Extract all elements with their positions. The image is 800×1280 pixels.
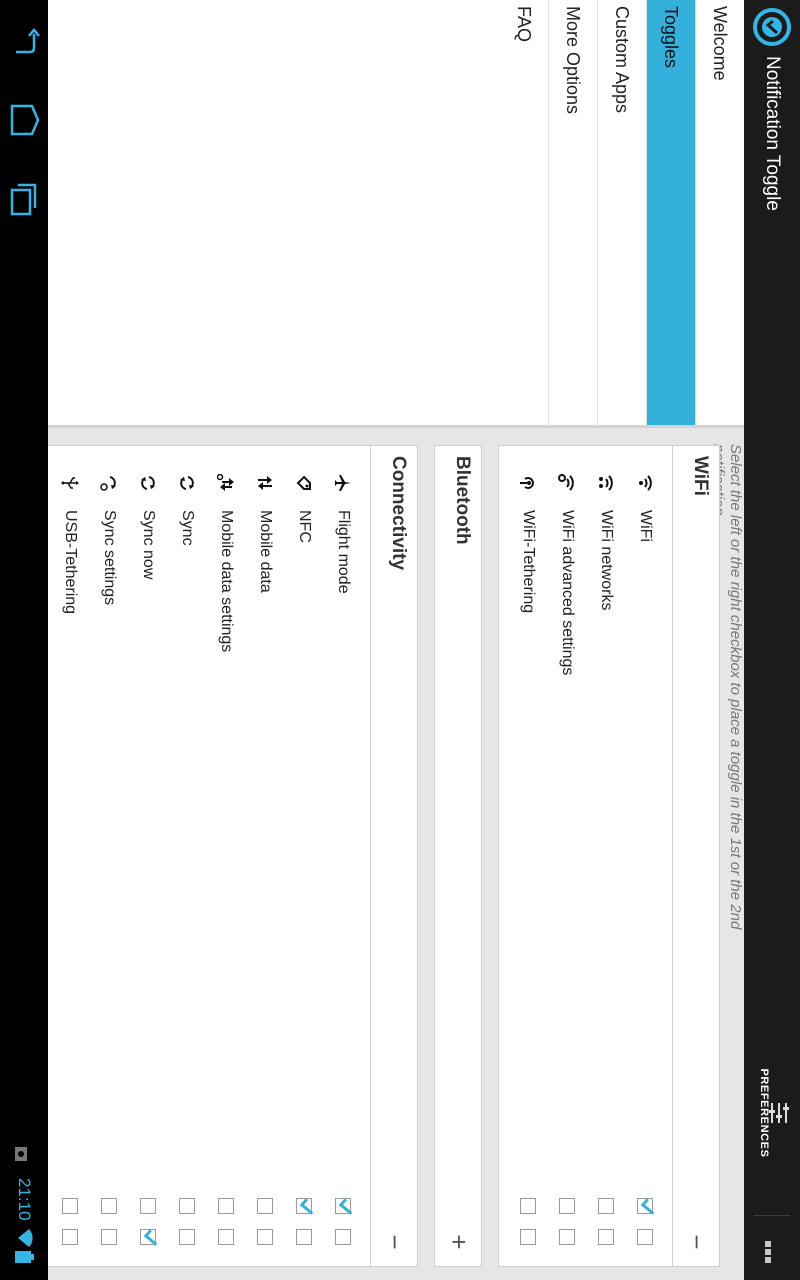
- nav-item-label: More Options: [563, 6, 583, 115]
- sync-now-icon: [141, 476, 155, 490]
- second-notification-checkbox[interactable]: [335, 1229, 351, 1245]
- second-notification-checkbox[interactable]: [559, 1229, 575, 1245]
- second-notification-checkbox[interactable]: [257, 1229, 273, 1245]
- section-divider: [370, 446, 371, 1266]
- toggle-label: WiFi advanced settings: [559, 510, 576, 676]
- home-icon[interactable]: [8, 100, 40, 140]
- airplane-icon: [335, 475, 351, 491]
- second-notification-checkbox[interactable]: [296, 1229, 312, 1245]
- toggle-label: WiFi networks: [598, 510, 615, 611]
- second-notification-checkbox[interactable]: [179, 1229, 195, 1245]
- action-divider: [754, 1215, 790, 1216]
- recent-apps-icon[interactable]: [8, 180, 40, 220]
- nav-item-toggles[interactable]: Toggles: [646, 0, 695, 425]
- section-title: Bluetooth: [452, 456, 473, 545]
- second-notification-checkbox[interactable]: [62, 1229, 78, 1245]
- toggle-label: WiFi-Tethering: [520, 510, 537, 614]
- first-notification-checkbox[interactable]: [335, 1198, 351, 1214]
- nav-item-label: Toggles: [661, 6, 681, 69]
- wifi-networks-icon: [599, 475, 613, 491]
- sync-icon: [180, 476, 194, 490]
- toggle-row[interactable]: WiFi advanced settings: [549, 446, 585, 1266]
- first-notification-checkbox[interactable]: [179, 1198, 195, 1214]
- section-divider: [672, 446, 673, 1266]
- toggle-label: Sync: [179, 510, 196, 546]
- preferences-label: PREFERENCES: [758, 1068, 770, 1158]
- second-notification-checkbox[interactable]: [520, 1229, 536, 1245]
- mobile-data-icon: [258, 476, 272, 490]
- first-notification-checkbox[interactable]: [101, 1198, 117, 1214]
- battery-icon: [15, 1251, 34, 1263]
- nav-item-label: Welcome: [710, 6, 730, 81]
- toggle-row[interactable]: WiFi: [627, 446, 663, 1266]
- toggle-row[interactable]: NFC: [286, 446, 322, 1266]
- toggle-label: USB-Tethering: [62, 510, 79, 615]
- wifi-signal-icon: [18, 1229, 33, 1247]
- overflow-menu-icon: [760, 1241, 778, 1265]
- section-title: WiFi: [690, 456, 711, 496]
- second-notification-checkbox[interactable]: [637, 1229, 653, 1245]
- screenshot-notification-icon: [15, 1147, 27, 1161]
- hotspot-icon: [520, 477, 534, 489]
- app-title: Notification Toggle: [762, 56, 783, 211]
- second-notification-checkbox[interactable]: [218, 1229, 234, 1245]
- first-notification-checkbox[interactable]: [296, 1198, 312, 1214]
- nav-item-welcome[interactable]: Welcome: [695, 0, 744, 425]
- expand-button[interactable]: +: [443, 1226, 475, 1258]
- toggle-row[interactable]: WiFi networks: [588, 446, 624, 1266]
- toggle-row[interactable]: USB-Tethering: [52, 446, 88, 1266]
- toggle-row[interactable]: Mobile data settings: [208, 446, 244, 1266]
- collapse-button[interactable]: −: [379, 1226, 411, 1258]
- first-notification-checkbox[interactable]: [520, 1198, 536, 1214]
- toggle-row[interactable]: Sync: [169, 446, 205, 1266]
- usb-icon: [61, 477, 79, 489]
- mobile-data-settings-icon: [217, 474, 234, 491]
- first-notification-checkbox[interactable]: [140, 1198, 156, 1214]
- first-notification-checkbox[interactable]: [637, 1198, 653, 1214]
- toggle-label: Sync settings: [101, 510, 118, 606]
- toggle-label: Flight mode: [335, 510, 352, 594]
- section-title: Connectivity: [388, 456, 409, 571]
- collapse-button[interactable]: −: [681, 1226, 713, 1258]
- first-notification-checkbox[interactable]: [598, 1198, 614, 1214]
- toggle-label: WiFi: [637, 510, 654, 542]
- first-notification-checkbox[interactable]: [62, 1198, 78, 1214]
- back-icon[interactable]: [8, 22, 40, 62]
- wifi-settings-icon: [558, 474, 574, 491]
- first-notification-checkbox[interactable]: [257, 1198, 273, 1214]
- nav-item-faq[interactable]: FAQ: [500, 0, 548, 425]
- second-notification-checkbox[interactable]: [140, 1229, 156, 1245]
- connectivity-section: Connectivity − Flight mode NFC Mobile da…: [46, 445, 418, 1267]
- toggle-label: Mobile data: [257, 510, 274, 593]
- nav-item-custom-apps[interactable]: Custom Apps: [597, 0, 646, 425]
- screen: Notification Toggle PREFERENCES Welcome …: [0, 0, 800, 1280]
- nav-item-label: Custom Apps: [612, 6, 632, 114]
- toggle-label: NFC: [296, 510, 313, 543]
- toggle-row[interactable]: Sync now: [130, 446, 166, 1266]
- toggle-label: Mobile data settings: [218, 510, 235, 653]
- nav-item-more-options[interactable]: More Options: [548, 0, 597, 425]
- toggle-row[interactable]: Sync settings: [91, 446, 127, 1266]
- nfc-icon: [296, 475, 311, 490]
- first-notification-checkbox[interactable]: [559, 1198, 575, 1214]
- first-notification-checkbox[interactable]: [218, 1198, 234, 1214]
- second-notification-checkbox[interactable]: [598, 1229, 614, 1245]
- wifi-icon: [639, 475, 652, 491]
- bluetooth-section[interactable]: Bluetooth +: [434, 445, 482, 1267]
- second-notification-checkbox[interactable]: [101, 1229, 117, 1245]
- clock: 21:10: [15, 1178, 34, 1221]
- toggle-row[interactable]: Flight mode: [325, 446, 361, 1266]
- toggle-row[interactable]: WiFi-Tethering: [510, 446, 546, 1266]
- toggle-row[interactable]: Mobile data: [247, 446, 283, 1266]
- nav-item-label: FAQ: [514, 6, 534, 43]
- toggle-label: Sync now: [140, 510, 157, 580]
- app-logo-icon[interactable]: [751, 6, 793, 48]
- wifi-section: WiFi − WiFi WiFi networks WiFi advanced …: [498, 445, 720, 1267]
- sync-settings-icon: [100, 476, 116, 491]
